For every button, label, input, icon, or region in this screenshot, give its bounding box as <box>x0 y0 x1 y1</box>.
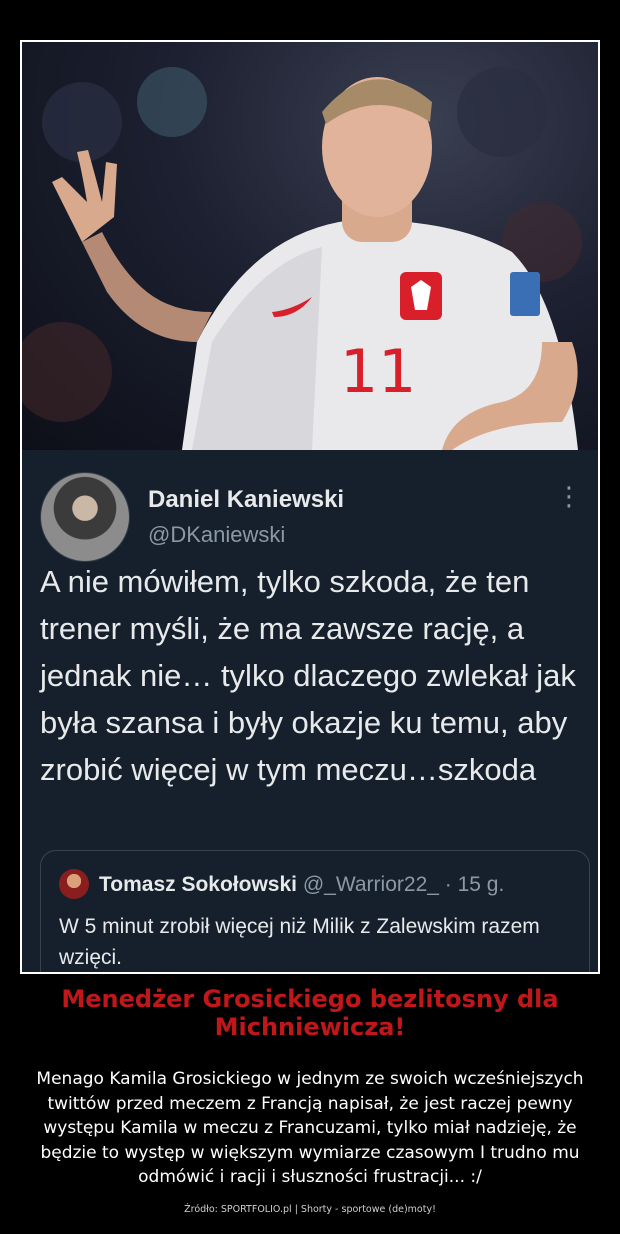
quoted-author-line: Tomasz Sokołowski @_Warrior22_ · 15 g. <box>99 873 504 897</box>
quoted-tweet-text: W 5 minut zrobił więcej niż Milik z Zale… <box>59 915 540 969</box>
tweet-author-name[interactable]: Daniel Kaniewski <box>148 486 344 514</box>
quoted-tweet[interactable]: Tomasz Sokołowski @_Warrior22_ · 15 g. W… <box>40 850 590 972</box>
tweet-author-handle[interactable]: @DKaniewski <box>148 522 285 548</box>
quoted-author-avatar <box>59 869 89 899</box>
player-illustration: 11 <box>22 67 582 450</box>
author-avatar[interactable] <box>40 472 130 562</box>
quoted-author-name: Tomasz Sokołowski <box>99 873 297 896</box>
headline: Menedżer Grosickiego bezlitosny dla Mich… <box>61 985 559 1041</box>
source-credit: Źródło: SPORTFOLIO.pl | Shorty - sportow… <box>184 1204 436 1215</box>
description: Menago Kamila Grosickiego w jednym ze sw… <box>36 1069 584 1187</box>
quoted-author-meta: @_Warrior22_ · 15 g. <box>302 873 505 896</box>
player-photo: 11 <box>22 42 598 450</box>
jersey-number: 11 <box>340 337 416 407</box>
tweet-text: A nie mówiłem, tylko szkoda, że ten tren… <box>40 564 576 787</box>
demotivator-frame: 11 Daniel Kaniewski @DKaniewski ⋮ A nie … <box>20 40 600 974</box>
tweet-card: Daniel Kaniewski @DKaniewski ⋮ A nie mów… <box>22 450 598 972</box>
more-options-icon[interactable]: ⋮ <box>556 484 582 510</box>
